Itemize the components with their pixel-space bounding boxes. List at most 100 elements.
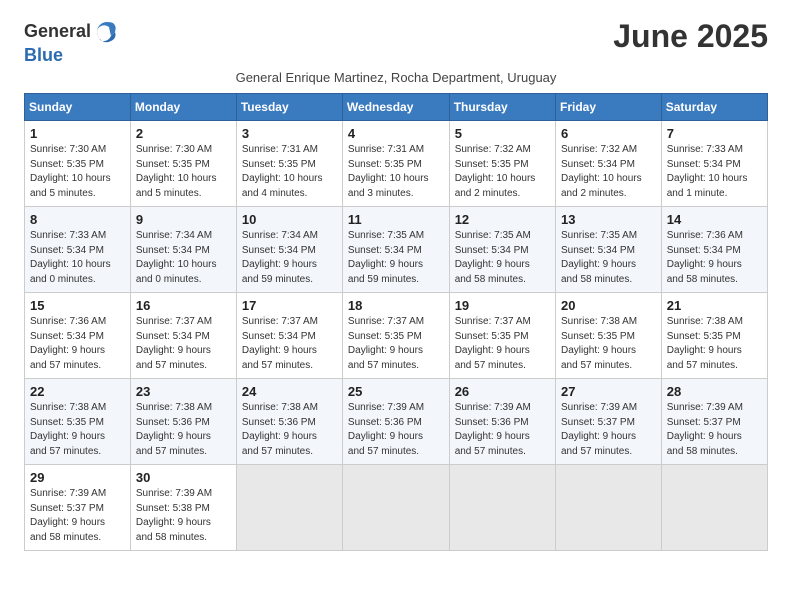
calendar-cell — [236, 465, 342, 551]
week-row-4: 22 Sunrise: 7:38 AMSunset: 5:35 PMDayligh… — [25, 379, 768, 465]
day-detail: Sunrise: 7:33 AMSunset: 5:34 PMDaylight:… — [30, 229, 126, 287]
page-header: General Blue June 2025 — [24, 18, 768, 66]
calendar-table: SundayMondayTuesdayWednesdayThursdayFrid… — [24, 93, 768, 551]
calendar-cell: 15 Sunrise: 7:36 AMSunset: 5:34 PMDayligh… — [25, 293, 131, 379]
day-number: 5 — [455, 126, 551, 141]
week-row-5: 29 Sunrise: 7:39 AMSunset: 5:37 PMDayligh… — [25, 465, 768, 551]
day-number: 4 — [348, 126, 445, 141]
calendar-cell: 2Sunrise: 7:30 AMSunset: 5:35 PMDaylight… — [130, 121, 236, 207]
day-detail: Sunrise: 7:35 AMSunset: 5:34 PMDaylight:… — [348, 229, 445, 287]
day-detail: Sunrise: 7:34 AMSunset: 5:34 PMDaylight:… — [242, 229, 338, 287]
day-detail: Sunrise: 7:37 AMSunset: 5:35 PMDaylight:… — [348, 315, 445, 373]
calendar-cell: 17 Sunrise: 7:37 AMSunset: 5:34 PMDayligh… — [236, 293, 342, 379]
day-detail: Sunrise: 7:36 AMSunset: 5:34 PMDaylight:… — [30, 315, 126, 373]
day-number: 14 — [667, 212, 763, 227]
calendar-cell: 18 Sunrise: 7:37 AMSunset: 5:35 PMDayligh… — [342, 293, 449, 379]
calendar-cell: 6 Sunrise: 7:32 AMSunset: 5:34 PMDaylight… — [555, 121, 661, 207]
calendar-cell: 5 Sunrise: 7:32 AMSunset: 5:35 PMDaylight… — [449, 121, 555, 207]
logo-icon — [93, 18, 121, 46]
day-detail: Sunrise: 7:37 AMSunset: 5:35 PMDaylight:… — [455, 315, 551, 373]
day-detail: Sunrise: 7:39 AMSunset: 5:36 PMDaylight:… — [455, 401, 551, 459]
calendar-cell — [661, 465, 767, 551]
weekday-header-wednesday: Wednesday — [342, 94, 449, 121]
day-detail: Sunrise: 7:32 AMSunset: 5:34 PMDaylight:… — [561, 143, 657, 201]
calendar-cell: 7 Sunrise: 7:33 AMSunset: 5:34 PMDaylight… — [661, 121, 767, 207]
day-number: 26 — [455, 384, 551, 399]
day-number: 17 — [242, 298, 338, 313]
day-detail: Sunrise: 7:39 AMSunset: 5:37 PMDaylight:… — [561, 401, 657, 459]
calendar-cell: 27 Sunrise: 7:39 AMSunset: 5:37 PMDayligh… — [555, 379, 661, 465]
calendar-cell: 20Sunrise: 7:38 AMSunset: 5:35 PMDayligh… — [555, 293, 661, 379]
day-number: 13 — [561, 212, 657, 227]
calendar-cell: 14 Sunrise: 7:36 AMSunset: 5:34 PMDayligh… — [661, 207, 767, 293]
day-number: 18 — [348, 298, 445, 313]
calendar-cell: 29 Sunrise: 7:39 AMSunset: 5:37 PMDayligh… — [25, 465, 131, 551]
logo-text-blue: Blue — [24, 45, 63, 65]
day-detail: Sunrise: 7:39 AMSunset: 5:38 PMDaylight:… — [136, 487, 232, 545]
day-detail: Sunrise: 7:37 AMSunset: 5:34 PMDaylight:… — [242, 315, 338, 373]
day-number: 25 — [348, 384, 445, 399]
day-number: 28 — [667, 384, 763, 399]
calendar-cell: 1Sunrise: 7:30 AMSunset: 5:35 PMDaylight… — [25, 121, 131, 207]
day-number: 3 — [242, 126, 338, 141]
weekday-header-saturday: Saturday — [661, 94, 767, 121]
day-number: 1 — [30, 126, 126, 141]
calendar-cell: 3 Sunrise: 7:31 AMSunset: 5:35 PMDaylight… — [236, 121, 342, 207]
day-number: 22 — [30, 384, 126, 399]
day-number: 11 — [348, 212, 445, 227]
day-detail: Sunrise: 7:31 AMSunset: 5:35 PMDaylight:… — [242, 143, 338, 201]
day-number: 7 — [667, 126, 763, 141]
day-number: 27 — [561, 384, 657, 399]
day-number: 19 — [455, 298, 551, 313]
weekday-header-row: SundayMondayTuesdayWednesdayThursdayFrid… — [25, 94, 768, 121]
calendar-cell: 25 Sunrise: 7:39 AMSunset: 5:36 PMDayligh… — [342, 379, 449, 465]
day-detail: Sunrise: 7:33 AMSunset: 5:34 PMDaylight:… — [667, 143, 763, 201]
day-number: 9 — [136, 212, 232, 227]
day-detail: Sunrise: 7:38 AMSunset: 5:36 PMDaylight:… — [242, 401, 338, 459]
calendar-cell: 16Sunrise: 7:37 AMSunset: 5:34 PMDayligh… — [130, 293, 236, 379]
calendar-cell: 30 Sunrise: 7:39 AMSunset: 5:38 PMDayligh… — [130, 465, 236, 551]
weekday-header-friday: Friday — [555, 94, 661, 121]
weekday-header-tuesday: Tuesday — [236, 94, 342, 121]
weekday-header-thursday: Thursday — [449, 94, 555, 121]
day-detail: Sunrise: 7:39 AMSunset: 5:37 PMDaylight:… — [30, 487, 126, 545]
weekday-header-monday: Monday — [130, 94, 236, 121]
day-number: 6 — [561, 126, 657, 141]
calendar-cell — [555, 465, 661, 551]
day-detail: Sunrise: 7:38 AMSunset: 5:35 PMDaylight:… — [30, 401, 126, 459]
day-detail: Sunrise: 7:39 AMSunset: 5:36 PMDaylight:… — [348, 401, 445, 459]
day-number: 15 — [30, 298, 126, 313]
day-number: 2 — [136, 126, 232, 141]
day-detail: Sunrise: 7:36 AMSunset: 5:34 PMDaylight:… — [667, 229, 763, 287]
calendar-cell: 11 Sunrise: 7:35 AMSunset: 5:34 PMDayligh… — [342, 207, 449, 293]
week-row-1: 1Sunrise: 7:30 AMSunset: 5:35 PMDaylight… — [25, 121, 768, 207]
day-number: 20 — [561, 298, 657, 313]
calendar-cell: 21Sunrise: 7:38 AMSunset: 5:35 PMDayligh… — [661, 293, 767, 379]
day-number: 24 — [242, 384, 338, 399]
day-detail: Sunrise: 7:35 AMSunset: 5:34 PMDaylight:… — [561, 229, 657, 287]
day-number: 29 — [30, 470, 126, 485]
calendar-cell: 8Sunrise: 7:33 AMSunset: 5:34 PMDaylight… — [25, 207, 131, 293]
calendar-cell: 4Sunrise: 7:31 AMSunset: 5:35 PMDaylight… — [342, 121, 449, 207]
calendar-cell: 23Sunrise: 7:38 AMSunset: 5:36 PMDayligh… — [130, 379, 236, 465]
day-detail: Sunrise: 7:39 AMSunset: 5:37 PMDaylight:… — [667, 401, 763, 459]
day-number: 10 — [242, 212, 338, 227]
day-number: 23 — [136, 384, 232, 399]
day-detail: Sunrise: 7:34 AMSunset: 5:34 PMDaylight:… — [136, 229, 232, 287]
month-title: June 2025 — [613, 18, 768, 55]
logo-text-general: General — [24, 22, 91, 42]
calendar-cell: 22 Sunrise: 7:38 AMSunset: 5:35 PMDayligh… — [25, 379, 131, 465]
calendar-cell: 9 Sunrise: 7:34 AMSunset: 5:34 PMDaylight… — [130, 207, 236, 293]
day-detail: Sunrise: 7:32 AMSunset: 5:35 PMDaylight:… — [455, 143, 551, 201]
calendar-cell: 12Sunrise: 7:35 AMSunset: 5:34 PMDayligh… — [449, 207, 555, 293]
day-number: 16 — [136, 298, 232, 313]
calendar-cell: 24 Sunrise: 7:38 AMSunset: 5:36 PMDayligh… — [236, 379, 342, 465]
week-row-2: 8Sunrise: 7:33 AMSunset: 5:34 PMDaylight… — [25, 207, 768, 293]
day-number: 30 — [136, 470, 232, 485]
calendar-cell: 26 Sunrise: 7:39 AMSunset: 5:36 PMDayligh… — [449, 379, 555, 465]
weekday-header-sunday: Sunday — [25, 94, 131, 121]
calendar-cell — [342, 465, 449, 551]
calendar-cell — [449, 465, 555, 551]
calendar-cell: 28 Sunrise: 7:39 AMSunset: 5:37 PMDayligh… — [661, 379, 767, 465]
day-number: 12 — [455, 212, 551, 227]
